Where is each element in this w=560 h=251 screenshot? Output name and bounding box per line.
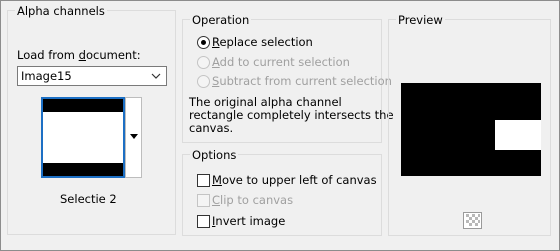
alpha-channel-thumbnail[interactable] — [41, 97, 125, 178]
checkerboard-icon — [464, 213, 481, 228]
triangle-down-icon — [130, 134, 138, 139]
document-select[interactable]: Image15 — [17, 66, 167, 86]
chevron-down-icon — [151, 73, 161, 79]
add-to-current-selection-radio[interactable] — [197, 56, 210, 69]
move-to-upper-left-checkbox[interactable] — [197, 174, 210, 187]
transparency-toggle-button[interactable] — [463, 212, 482, 229]
thumbnail-black-band-top — [43, 99, 123, 112]
replace-selection-radio[interactable] — [197, 36, 210, 49]
thumbnail-dropdown-button[interactable] — [125, 97, 142, 178]
move-to-upper-left-label[interactable]: Move to upper left of canvas — [212, 173, 377, 188]
add-to-current-selection-label[interactable]: Add to current selection — [212, 55, 350, 70]
operation-title: Operation — [190, 12, 252, 28]
invert-image-checkbox[interactable] — [197, 215, 210, 228]
subtract-from-current-selection-radio[interactable] — [197, 75, 210, 88]
options-title: Options — [190, 147, 239, 163]
preview-title: Preview — [396, 12, 445, 28]
thumbnail-black-band-bottom — [43, 163, 123, 176]
channel-name-label: Selectie 2 — [60, 192, 117, 206]
clip-to-canvas-label[interactable]: Clip to canvas — [212, 193, 293, 208]
operation-message-line-3: canvas. — [189, 121, 234, 135]
load-from-document-label: Load from document: — [17, 48, 141, 62]
subtract-from-current-selection-label[interactable]: Subtract from current selection — [212, 74, 392, 89]
invert-image-label[interactable]: Invert image — [212, 214, 285, 229]
replace-selection-label[interactable]: Replace selection — [212, 35, 313, 50]
document-select-value: Image15 — [21, 69, 72, 83]
alpha-channels-title: Alpha channels — [15, 3, 107, 19]
clip-to-canvas-checkbox[interactable] — [197, 194, 210, 207]
preview-selection-area — [495, 120, 541, 150]
